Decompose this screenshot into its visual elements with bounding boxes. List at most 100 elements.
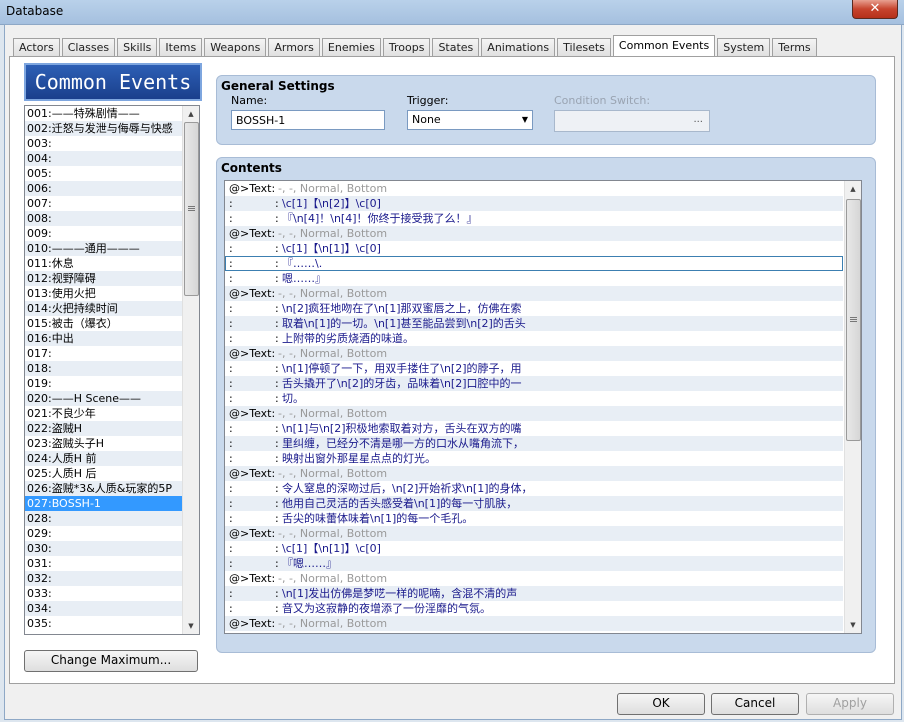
table-row[interactable]: :: \n[1]与\n[2]积极地索取着对方，舌头在双方的嘴 — [225, 421, 843, 436]
tab-skills[interactable]: Skills — [117, 38, 158, 56]
list-item[interactable]: 033: — [25, 586, 182, 601]
list-item[interactable]: 005: — [25, 166, 182, 181]
list-item[interactable]: 008: — [25, 211, 182, 226]
table-row[interactable]: :: 舌尖的味蕾体味着\n[1]的每一个毛孔。 — [225, 511, 843, 526]
tab-enemies[interactable]: Enemies — [321, 38, 381, 56]
table-row[interactable]: @>Text: -, -, Normal, Bottom — [225, 526, 843, 541]
tab-actors[interactable]: Actors — [13, 38, 60, 56]
tab-animations[interactable]: Animations — [481, 38, 556, 56]
list-item[interactable]: 030: — [25, 541, 182, 556]
table-row[interactable]: :: \n[1]发出仿佛是梦呓一样的呢喃，含混不清的声 — [225, 586, 843, 601]
table-row[interactable]: :: 令人窒息的深吻过后，\n[2]开始祈求\n[1]的身体， — [225, 481, 843, 496]
event-list-scrollbar[interactable]: ▲ ▼ — [182, 106, 199, 634]
table-row[interactable]: :: 『嗯……』 — [225, 556, 843, 571]
tab-classes[interactable]: Classes — [61, 38, 116, 56]
list-item[interactable]: 015:被击（爆衣） — [25, 316, 182, 331]
line-colon: : — [275, 452, 279, 465]
list-item[interactable]: 023:盗贼头子H — [25, 436, 182, 451]
table-row[interactable]: :: 舌头撬开了\n[2]的牙齿，品味着\n[2]口腔中的一 — [225, 376, 843, 391]
table-row[interactable]: :: \c[1]【\n[2]】\c[0] — [225, 196, 843, 211]
table-row[interactable]: :: 里纠缠，已经分不清是哪一方的口水从嘴角流下， — [225, 436, 843, 451]
table-row[interactable]: :: \c[1]【\n[1]】\c[0] — [225, 541, 843, 556]
tab-terms[interactable]: Terms — [772, 38, 817, 56]
scroll-up-icon[interactable]: ▲ — [183, 106, 199, 122]
list-item[interactable]: 034: — [25, 601, 182, 616]
list-item[interactable]: 024:人质H 前 — [25, 451, 182, 466]
table-row[interactable]: :: 映射出窗外那星星点点的灯光。 — [225, 451, 843, 466]
list-item[interactable]: 004: — [25, 151, 182, 166]
table-row[interactable]: :: 嗯……』 — [225, 271, 843, 286]
list-item[interactable]: 006: — [25, 181, 182, 196]
table-row[interactable]: @>Text: -, -, Normal, Bottom — [225, 571, 843, 586]
list-item[interactable]: 001:——特殊剧情—— — [25, 106, 182, 121]
list-item[interactable]: 028: — [25, 511, 182, 526]
line-colon: : — [275, 482, 279, 495]
list-item[interactable]: 025:人质H 后 — [25, 466, 182, 481]
list-item[interactable]: 031: — [25, 556, 182, 571]
tab-weapons[interactable]: Weapons — [204, 38, 267, 56]
list-item[interactable]: 027:BOSSH-1 — [25, 496, 182, 511]
name-field[interactable]: BOSSH-1 — [231, 110, 385, 130]
close-button[interactable]: ✕ — [852, 0, 898, 19]
tab-tilesets[interactable]: Tilesets — [557, 38, 611, 56]
table-row[interactable]: @>Text: -, -, Normal, Bottom — [225, 226, 843, 241]
tab-common-events[interactable]: Common Events — [612, 35, 716, 56]
scroll-down-icon[interactable]: ▼ — [183, 618, 199, 634]
cancel-button[interactable]: Cancel — [711, 693, 799, 715]
list-item[interactable]: 022:盗贼H — [25, 421, 182, 436]
list-item[interactable]: 029: — [25, 526, 182, 541]
list-item[interactable]: 020:——H Scene—— — [25, 391, 182, 406]
table-row[interactable]: @>Text: -, -, Normal, Bottom — [225, 181, 843, 196]
scroll-thumb[interactable] — [184, 122, 199, 296]
table-row[interactable]: @>Text: -, -, Normal, Bottom — [225, 406, 843, 421]
table-row[interactable]: @>Text: -, -, Normal, Bottom — [225, 346, 843, 361]
list-item[interactable]: 012:视野障碍 — [25, 271, 182, 286]
list-item[interactable]: 017: — [25, 346, 182, 361]
scroll-thumb[interactable] — [846, 199, 861, 441]
trigger-select[interactable]: None ▼ — [407, 110, 533, 130]
list-item[interactable]: 026:盗贼*3&人质&玩家的5P — [25, 481, 182, 496]
list-item[interactable]: 013:使用火把 — [25, 286, 182, 301]
list-item[interactable]: 032: — [25, 571, 182, 586]
table-row[interactable]: :: 『\n[4]！\n[4]！你终于接受我了么！』 — [225, 211, 843, 226]
list-item[interactable]: 014:火把持续时间 — [25, 301, 182, 316]
line-colon: : — [229, 557, 233, 570]
list-item[interactable]: 010:———通用——— — [25, 241, 182, 256]
table-row[interactable]: :: 『……\. — [225, 256, 843, 271]
tab-states[interactable]: States — [432, 38, 480, 56]
table-row[interactable]: :: \n[1]停顿了一下，用双手搂住了\n[2]的脖子，用 — [225, 361, 843, 376]
tab-troops[interactable]: Troops — [382, 38, 431, 56]
list-item[interactable]: 019: — [25, 376, 182, 391]
list-item[interactable]: 003: — [25, 136, 182, 151]
scroll-up-icon[interactable]: ▲ — [845, 181, 861, 197]
list-item[interactable]: 011:休息 — [25, 256, 182, 271]
list-item[interactable]: 035: — [25, 616, 182, 631]
table-row[interactable]: :: 音又为这寂静的夜增添了一份淫靡的气氛。 — [225, 601, 843, 616]
list-item[interactable]: 018: — [25, 361, 182, 376]
table-row[interactable]: :: \n[2]疯狂地吻在了\n[1]那双蜜唇之上，仿佛在索 — [225, 301, 843, 316]
table-row[interactable]: :: 切。 — [225, 391, 843, 406]
tab-system[interactable]: System — [717, 38, 771, 56]
change-maximum-button[interactable]: Change Maximum... — [24, 650, 198, 672]
tab-armors[interactable]: Armors — [268, 38, 320, 56]
event-list[interactable]: 001:——特殊剧情—— 002:迁怒与发泄与侮辱与快感 003: 004: 005: 0… — [24, 105, 200, 635]
list-item[interactable]: 021:不良少年 — [25, 406, 182, 421]
event-commands-list[interactable]: @>Text: -, -, Normal, Bottom:: \c[1]【\n[2]… — [224, 180, 862, 634]
table-row[interactable]: :: 上附带的劣质烧酒的味道。 — [225, 331, 843, 346]
tab-items[interactable]: Items — [159, 38, 203, 56]
scroll-down-icon[interactable]: ▼ — [845, 617, 861, 633]
table-row[interactable]: @>Text: -, -, Normal, Bottom — [225, 616, 843, 631]
apply-button[interactable]: Apply — [806, 693, 894, 715]
list-item[interactable]: 009: — [25, 226, 182, 241]
message-text: \n[1]发出仿佛是梦呓一样的呢喃，含混不清的声 — [282, 587, 518, 600]
table-row[interactable]: :: 取着\n[1]的一切。\n[1]甚至能品尝到\n[2]的舌头 — [225, 316, 843, 331]
contents-scrollbar[interactable]: ▲ ▼ — [844, 181, 861, 633]
list-item[interactable]: 016:中出 — [25, 331, 182, 346]
table-row[interactable]: :: \c[1]【\n[1]】\c[0] — [225, 241, 843, 256]
table-row[interactable]: :: 他用自己灵活的舌头感受着\n[1]的每一寸肌肤， — [225, 496, 843, 511]
ok-button[interactable]: OK — [617, 693, 705, 715]
table-row[interactable]: @>Text: -, -, Normal, Bottom — [225, 466, 843, 481]
table-row[interactable]: @>Text: -, -, Normal, Bottom — [225, 286, 843, 301]
list-item[interactable]: 007: — [25, 196, 182, 211]
list-item[interactable]: 002:迁怒与发泄与侮辱与快感 — [25, 121, 182, 136]
